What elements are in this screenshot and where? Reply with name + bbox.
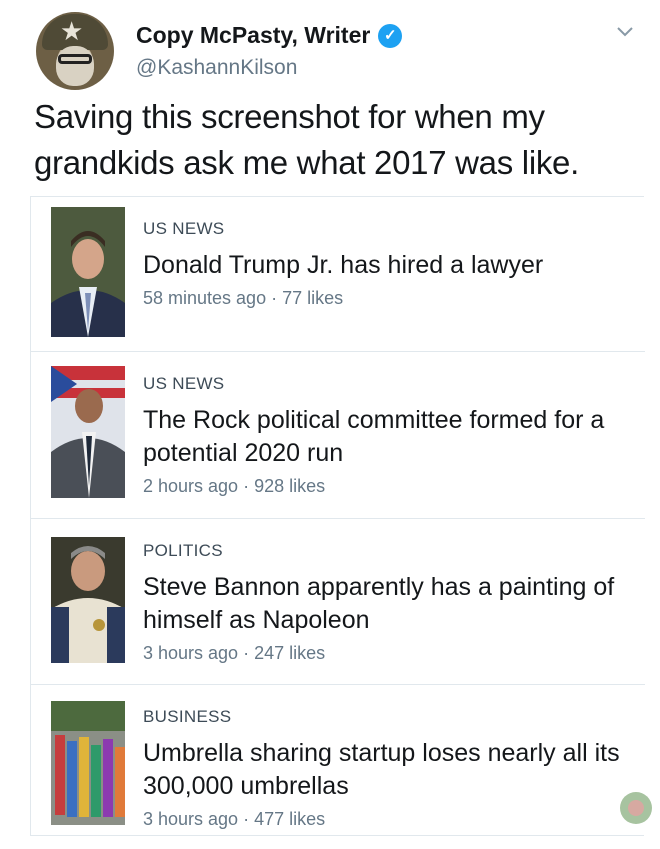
display-name[interactable]: Copy McPasty, Writer [136,22,370,49]
meta-separator: · [243,476,255,496]
meta-separator: · [243,643,255,663]
news-item[interactable]: US NEWS Donald Trump Jr. has hired a law… [31,197,645,352]
story-thumbnail [51,537,125,663]
tweet-text: Saving this screenshot for when my grand… [34,98,579,181]
news-item[interactable]: BUSINESS Umbrella sharing startup loses … [31,685,645,837]
story-time: 3 hours ago [143,809,239,829]
story-thumbnail [51,366,125,498]
story-likes: 928 likes [254,476,326,496]
tweet-header: ★ Copy McPasty, Writer ✓ @KashannKilson [36,10,636,90]
story-likes: 477 likes [254,809,326,829]
story-thumbnail [51,701,125,825]
story-time: 58 minutes ago [143,288,267,308]
verified-badge-icon: ✓ [378,23,403,48]
story-category: US NEWS [143,219,225,238]
story-time: 2 hours ago [143,476,239,496]
chevron-down-icon[interactable] [614,20,636,42]
story-category: POLITICS [143,541,223,560]
avatar[interactable]: ★ [36,12,114,90]
news-card: US NEWS Donald Trump Jr. has hired a law… [30,196,645,837]
story-headline[interactable]: Steve Bannon apparently has a painting o… [143,571,633,637]
news-item[interactable]: POLITICS Steve Bannon apparently has a p… [31,519,645,685]
story-thumbnail [51,207,125,337]
story-category: US NEWS [143,374,225,393]
news-item[interactable]: US NEWS The Rock political committee for… [31,352,645,519]
story-meta: 2 hours ago · 928 likes [143,476,633,497]
story-body: POLITICS Steve Bannon apparently has a p… [143,541,633,664]
story-meta: 3 hours ago · 477 likes [143,809,633,830]
story-likes: 77 likes [282,288,344,308]
story-time: 3 hours ago [143,643,239,663]
display-name-row: Copy McPasty, Writer ✓ [136,22,403,49]
story-category: BUSINESS [143,707,232,726]
story-meta: 58 minutes ago · 77 likes [143,288,633,309]
story-headline[interactable]: Umbrella sharing startup loses nearly al… [143,737,633,803]
star-icon: ★ [60,16,84,46]
watermark-icon [620,792,652,824]
story-body: US NEWS Donald Trump Jr. has hired a law… [143,219,633,309]
story-likes: 247 likes [254,643,326,663]
story-body: US NEWS The Rock political committee for… [143,374,633,497]
story-headline[interactable]: The Rock political committee formed for … [143,404,633,470]
story-body: BUSINESS Umbrella sharing startup loses … [143,707,633,830]
glasses-shape [58,54,92,64]
story-meta: 3 hours ago · 247 likes [143,643,633,664]
meta-separator: · [271,288,283,308]
meta-separator: · [243,809,255,829]
face-shape [56,46,94,86]
user-handle[interactable]: @KashannKilson [136,56,297,80]
story-headline[interactable]: Donald Trump Jr. has hired a lawyer [143,249,633,282]
